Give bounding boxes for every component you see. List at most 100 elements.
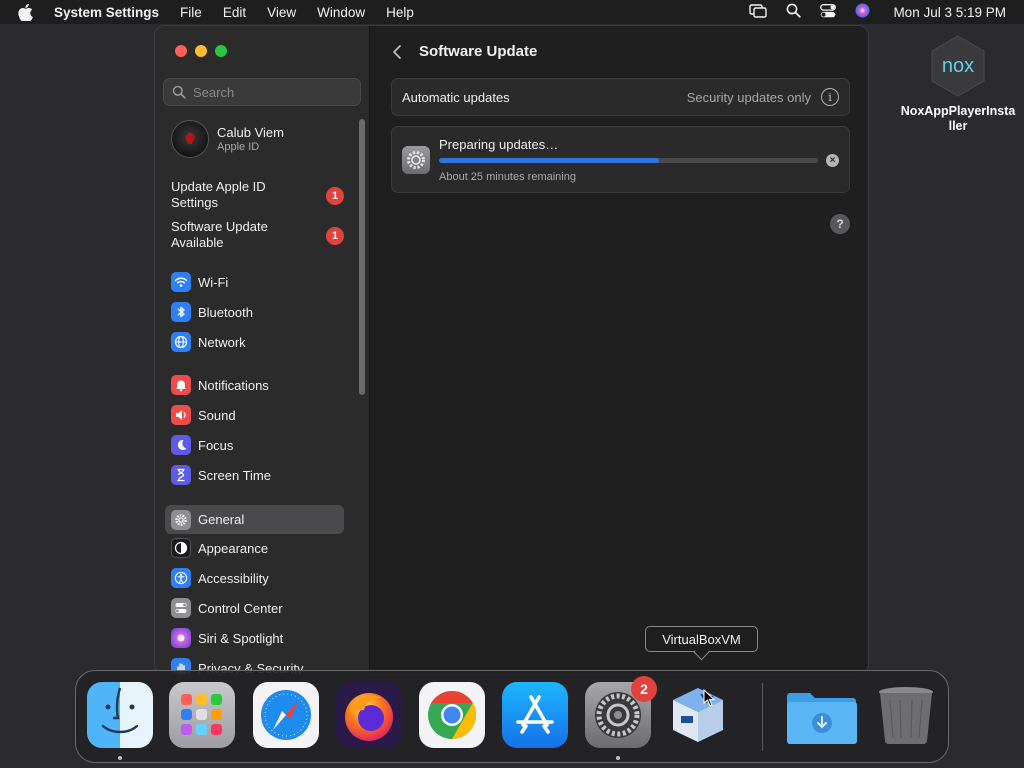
control-center-icon[interactable] bbox=[820, 3, 837, 21]
notice-software-update[interactable]: Software Update Available 1 bbox=[171, 219, 346, 251]
sidebar-item-label: Accessibility bbox=[198, 570, 269, 586]
dock-notification-badge: 2 bbox=[631, 676, 657, 702]
search-placeholder: Search bbox=[193, 84, 235, 100]
page-title: Software Update bbox=[419, 43, 538, 60]
back-chevron-icon[interactable] bbox=[391, 43, 403, 61]
appearance-icon bbox=[171, 538, 191, 558]
virtualbox-icon[interactable] bbox=[665, 682, 731, 748]
sidebar-item-label: Bluetooth bbox=[198, 304, 253, 320]
spotlight-search-icon[interactable] bbox=[786, 3, 802, 21]
search-field[interactable]: Search bbox=[163, 78, 361, 106]
sidebar-item-appearance[interactable]: Appearance bbox=[165, 535, 345, 561]
running-indicator bbox=[118, 756, 122, 760]
sidebar-item-accessibility[interactable]: Accessibility bbox=[165, 565, 345, 591]
avatar bbox=[171, 120, 209, 158]
apple-menu-icon[interactable] bbox=[18, 3, 34, 21]
desktop-file-nox-installer[interactable]: nox NoxAppPlayerInstaller bbox=[900, 34, 1016, 134]
bell-icon bbox=[171, 375, 191, 395]
mouse-pointer-icon bbox=[703, 689, 716, 707]
automatic-updates-label: Automatic updates bbox=[402, 89, 510, 105]
sidebar-item-label: Network bbox=[198, 334, 246, 350]
apple-id-profile[interactable]: Calub Viem Apple ID bbox=[171, 120, 284, 158]
nox-installer-icon: nox bbox=[926, 34, 990, 98]
menu-bar-clock[interactable]: Mon Jul 3 5:19 PM bbox=[893, 5, 1006, 20]
menu-help[interactable]: Help bbox=[386, 5, 414, 20]
sidebar-item-notifications[interactable]: Notifications bbox=[165, 372, 345, 398]
bluetooth-icon bbox=[171, 302, 191, 322]
sidebar-item-wifi[interactable]: Wi-Fi bbox=[165, 269, 345, 295]
minimize-window-button[interactable] bbox=[195, 45, 207, 57]
search-icon bbox=[172, 85, 186, 99]
notice-update-apple-id[interactable]: Update Apple ID Settings 1 bbox=[171, 179, 346, 211]
running-indicator bbox=[616, 756, 620, 760]
finder-icon[interactable] bbox=[87, 682, 153, 748]
system-settings-window: Search Calub Viem Apple ID Update Apple … bbox=[154, 25, 869, 675]
menu-view[interactable]: View bbox=[267, 5, 296, 20]
sidebar-item-label: Notifications bbox=[198, 377, 269, 393]
main-pane: Software Update Automatic updates Securi… bbox=[371, 26, 868, 674]
sidebar-item-focus[interactable]: Focus bbox=[165, 432, 345, 458]
sidebar: Search Calub Viem Apple ID Update Apple … bbox=[155, 26, 370, 674]
sidebar-item-label: Focus bbox=[198, 437, 234, 453]
sidebar-scrollbar[interactable] bbox=[359, 119, 365, 395]
close-window-button[interactable] bbox=[175, 45, 187, 57]
update-progress-card: Preparing updates… About 25 minutes rema… bbox=[391, 126, 850, 193]
window-controls bbox=[175, 45, 227, 57]
launchpad-icon[interactable] bbox=[169, 682, 235, 748]
sidebar-item-label: Appearance bbox=[198, 540, 269, 556]
sidebar-item-network[interactable]: Network bbox=[165, 329, 345, 355]
desktop-file-label: NoxAppPlayerInstaller bbox=[900, 104, 1016, 133]
software-update-gear-icon bbox=[402, 146, 430, 174]
firefox-icon[interactable] bbox=[336, 682, 402, 748]
dock-tooltip: VirtualBoxVM bbox=[645, 626, 758, 652]
chrome-icon[interactable] bbox=[419, 682, 485, 748]
menu-window[interactable]: Window bbox=[317, 5, 365, 20]
menu-bar: System Settings File Edit View Window He… bbox=[0, 0, 1024, 24]
sidebar-item-label: Siri & Spotlight bbox=[198, 630, 284, 646]
info-icon[interactable]: i bbox=[821, 88, 839, 106]
downloads-folder-icon[interactable] bbox=[785, 682, 857, 748]
menu-edit[interactable]: Edit bbox=[223, 5, 246, 20]
sidebar-item-sound[interactable]: Sound bbox=[165, 402, 345, 428]
accessibility-icon bbox=[171, 568, 191, 588]
moon-icon bbox=[171, 435, 191, 455]
cancel-update-button[interactable]: × bbox=[826, 154, 839, 167]
profile-name: Calub Viem bbox=[217, 125, 284, 140]
update-progress-bar bbox=[439, 158, 818, 163]
sidebar-item-label: Sound bbox=[198, 407, 236, 423]
zoom-window-button[interactable] bbox=[215, 45, 227, 57]
sidebar-item-control-center[interactable]: Control Center bbox=[165, 595, 345, 621]
safari-icon[interactable] bbox=[253, 682, 319, 748]
sidebar-item-bluetooth[interactable]: Bluetooth bbox=[165, 299, 345, 325]
sidebar-item-general[interactable]: General bbox=[165, 505, 344, 534]
sidebar-item-siri-spotlight[interactable]: Siri & Spotlight bbox=[165, 625, 345, 651]
notification-badge: 1 bbox=[326, 227, 344, 245]
trash-icon[interactable] bbox=[873, 682, 939, 748]
app-store-icon[interactable] bbox=[502, 682, 568, 748]
sidebar-item-label: General bbox=[198, 512, 245, 527]
automatic-updates-row: Automatic updates Security updates only … bbox=[391, 78, 850, 116]
profile-subtitle: Apple ID bbox=[217, 141, 260, 153]
help-button[interactable]: ? bbox=[830, 214, 850, 234]
menu-file[interactable]: File bbox=[180, 5, 202, 20]
menu-app-name[interactable]: System Settings bbox=[54, 5, 159, 20]
notice-label: Update Apple ID Settings bbox=[171, 179, 266, 210]
automatic-updates-value: Security updates only bbox=[686, 89, 811, 105]
screen-mirroring-icon[interactable] bbox=[749, 3, 768, 21]
progress-fill bbox=[439, 158, 659, 163]
siri-icon[interactable] bbox=[855, 3, 870, 21]
sidebar-item-label: Screen Time bbox=[198, 467, 271, 483]
globe-icon bbox=[171, 332, 191, 352]
dock-separator bbox=[762, 683, 763, 751]
speaker-icon bbox=[171, 405, 191, 425]
gear-icon bbox=[171, 509, 191, 530]
dock: 2 bbox=[75, 670, 949, 763]
hourglass-icon bbox=[171, 465, 191, 485]
siri-icon bbox=[171, 628, 191, 648]
update-time-remaining: About 25 minutes remaining bbox=[439, 171, 576, 183]
sidebar-item-screen-time[interactable]: Screen Time bbox=[165, 462, 345, 488]
notification-badge: 1 bbox=[326, 187, 344, 205]
sidebar-item-label: Control Center bbox=[198, 600, 283, 616]
update-status-title: Preparing updates… bbox=[439, 137, 559, 152]
wifi-icon bbox=[171, 272, 191, 292]
